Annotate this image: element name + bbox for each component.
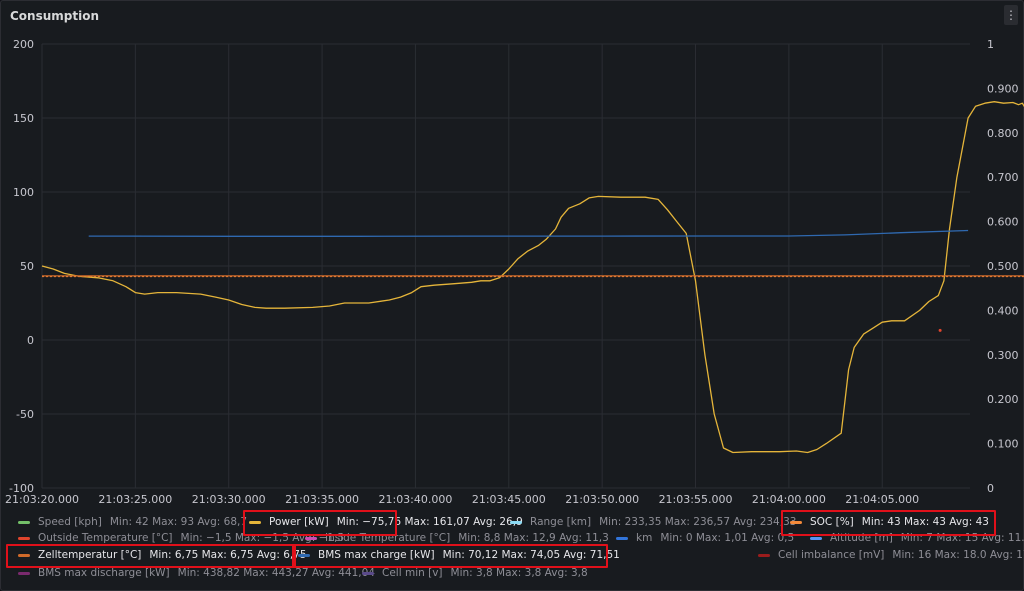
x-axis: 21:03:20.000 21:03:25.000 21:03:30.000 21:0… <box>5 493 919 506</box>
y-tick-label-right: 0.200 <box>987 393 1019 406</box>
legend-item-cell-imbalance[interactable]: Cell imbalance [mV] Min: 16 Max: 18.0 Av… <box>758 548 1024 562</box>
highlight-box-power <box>243 510 397 536</box>
legend-item-speed[interactable]: Speed [kph] Min: 42 Max: 93 Avg: 68,7 <box>18 515 247 529</box>
line-chart: 200150100500-50-100 10.9000.8000.7000.60… <box>5 38 1024 506</box>
y-axis-left: 200150100500-50-100 <box>9 38 34 495</box>
legend-stats: Min: 233,35 Max: 236,57 Avg: 234,33 <box>599 516 797 528</box>
y-tick-label-left: -50 <box>16 408 34 421</box>
y-tick-label-right: 0 <box>987 482 994 495</box>
y-tick-label-right: 0.900 <box>987 82 1019 95</box>
legend-swatch-cell-min <box>362 571 374 575</box>
grid-lines <box>41 43 970 489</box>
legend-stats: Min: 8,8 Max: 12,9 Avg: 11,3 <box>458 532 609 544</box>
legend-stats: Min: 42 Max: 93 Avg: 68,7 <box>109 516 248 528</box>
y-tick-label-right: 1 <box>987 38 994 51</box>
legend-stats: Min: 0 Max: 1,01 Avg: 0,5 <box>660 532 795 544</box>
legend-name: Outside Temperature [°C] <box>38 532 173 544</box>
highlight-box-zelltemperatur <box>6 544 296 568</box>
legend-name: Speed [kph] <box>38 516 102 528</box>
legend-swatch-inside-temperature <box>305 536 317 540</box>
series-bms-max-charge-kw-line <box>88 229 969 237</box>
legend-name: Cell min [v] <box>382 567 443 579</box>
legend-item-cell-min[interactable]: Cell min [v] Min: 3,8 Max: 3,8 Avg: 3,8 <box>362 566 588 580</box>
x-tick-label: 21:03:55.000 <box>659 493 733 506</box>
legend-swatch-km <box>616 536 628 540</box>
y-tick-label-right: 0.100 <box>987 438 1019 451</box>
y-axis-right: 1 0.900 0.800 0.700 0.600 0.500 0.400 0.300 0.20… <box>987 38 1019 495</box>
y-tick-label-right: 0.700 <box>987 171 1019 184</box>
legend-name: BMS max discharge [kW] <box>38 567 170 579</box>
legend-name: km <box>636 532 653 544</box>
legend-swatch-altitude <box>810 536 822 540</box>
x-tick-label: 21:03:40.000 <box>378 493 452 506</box>
x-tick-label: 21:03:35.000 <box>285 493 359 506</box>
y-tick-label-right: 0.400 <box>987 304 1019 317</box>
y-tick-label-left: 200 <box>13 38 34 51</box>
legend-item-range[interactable]: Range [km] Min: 233,35 Max: 236,57 Avg: … <box>510 515 796 529</box>
legend-swatch-bms-max-discharge <box>18 571 30 575</box>
y-tick-label-right: 0.600 <box>987 216 1019 229</box>
y-tick-label-left: 150 <box>13 112 34 125</box>
y-tick-label-left: 100 <box>13 186 34 199</box>
legend-name: Range [km] <box>530 516 592 528</box>
y-tick-label-left: 50 <box>20 260 34 273</box>
series-lines <box>41 101 1024 454</box>
x-tick-label: 21:04:00.000 <box>752 493 826 506</box>
legend-stats: Min: 438,82 Max: 443,27 Avg: 441,04 <box>177 567 375 579</box>
x-tick-label: 21:03:20.000 <box>5 493 79 506</box>
legend-name: Cell imbalance [mV] <box>778 549 885 561</box>
legend-swatch-range <box>510 520 522 524</box>
highlight-box-soc <box>781 510 996 536</box>
x-tick-label: 21:03:50.000 <box>565 493 639 506</box>
y-tick-label-right: 0.500 <box>987 260 1019 273</box>
y-tick-label-right: 0.800 <box>987 127 1019 140</box>
legend-item-km[interactable]: km Min: 0 Max: 1,01 Avg: 0,5 <box>616 531 794 545</box>
x-tick-label: 21:03:30.000 <box>192 493 266 506</box>
legend-stats: Min: 16 Max: 18.0 Avg: 17.0 <box>892 549 1024 561</box>
series-power-kw-line <box>41 101 1024 454</box>
legend-swatch-outside-temperature <box>18 536 30 540</box>
legend-swatch-speed <box>18 520 30 524</box>
x-tick-label: 21:03:45.000 <box>472 493 546 506</box>
x-tick-label: 21:03:25.000 <box>98 493 172 506</box>
highlight-box-bms-max-charge <box>292 544 608 568</box>
legend-swatch-cell-imbalance <box>758 553 770 557</box>
y-tick-label-left: 0 <box>27 334 34 347</box>
x-tick-label: 21:04:05.000 <box>845 493 919 506</box>
legend-item-bms-max-discharge[interactable]: BMS max discharge [kW] Min: 438,82 Max: … <box>18 566 375 580</box>
y-tick-label-right: 0.300 <box>987 349 1019 362</box>
legend-stats: Min: 3,8 Max: 3,8 Avg: 3,8 <box>450 567 588 579</box>
series-outside-temperature-c-point <box>938 328 942 332</box>
